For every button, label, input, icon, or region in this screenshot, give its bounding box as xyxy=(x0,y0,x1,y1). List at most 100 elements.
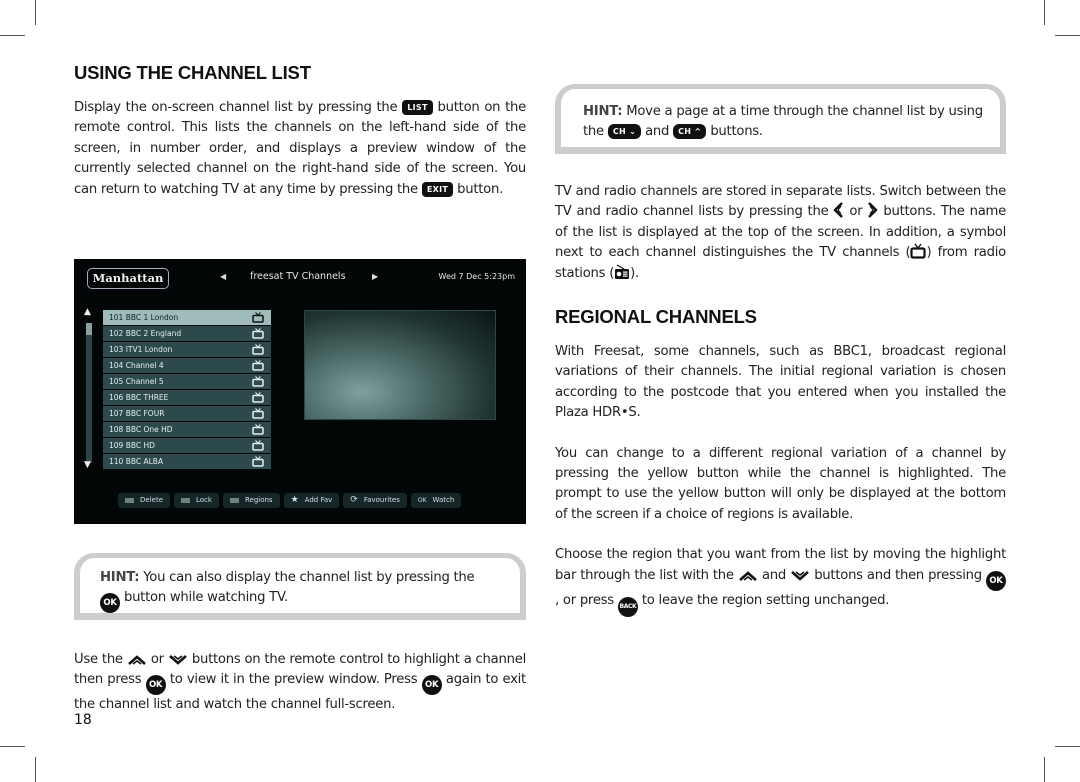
channel-name: BBC THREE xyxy=(125,393,169,403)
usage-text-2: or xyxy=(150,652,164,667)
channel-row[interactable]: 110 BBC ALBA xyxy=(103,454,271,472)
manhattan-logo: Manhattan xyxy=(87,268,169,289)
channel-row[interactable]: 109 BBC HD xyxy=(103,438,271,454)
channel-row[interactable]: 101 BBC 1 London xyxy=(103,310,271,326)
hint-label: HINT: xyxy=(583,104,623,119)
hint-label: HINT: xyxy=(100,570,140,585)
right-arrow-icon: ▶ xyxy=(372,272,379,281)
tv-button-add-fav[interactable]: ★ Add Fav xyxy=(283,493,340,508)
tv-button-label: Delete xyxy=(140,496,163,504)
radio-icon xyxy=(615,264,630,279)
regional-paragraph-2: You can change to a different regional v… xyxy=(555,445,1006,522)
usage-text-1: Use the xyxy=(74,652,123,667)
crop-mark xyxy=(35,0,36,25)
left-column: USING THE CHANNEL LIST Display the on-sc… xyxy=(74,62,526,200)
tv-button-favourites[interactable]: ⟳ Favourites xyxy=(343,493,407,508)
tv-button-delete[interactable]: Delete xyxy=(118,493,170,508)
ok-key-icon: OK xyxy=(417,497,427,504)
channel-row[interactable]: 108 BBC One HD xyxy=(103,422,271,438)
scrollbar[interactable] xyxy=(86,323,92,463)
lists-text-2: or xyxy=(849,204,863,220)
channel-name: Channel 4 xyxy=(125,361,164,371)
channel-name: Channel 5 xyxy=(125,377,164,387)
back-button-icon: BACK xyxy=(617,596,638,617)
tv-button-label: Regions xyxy=(244,496,273,504)
down-chevron-icon xyxy=(791,570,809,581)
channel-label: 101 xyxy=(109,313,124,322)
scrollbar-thumb[interactable] xyxy=(86,323,92,335)
regional-text-4: , or press xyxy=(555,592,614,608)
cycle-icon: ⟳ xyxy=(350,495,358,505)
channel-name: BBC 2 England xyxy=(125,329,182,339)
up-chevron-icon xyxy=(738,570,757,581)
channel-label: 102 xyxy=(109,329,124,339)
scroll-down-icon[interactable]: ▼ xyxy=(84,460,91,470)
hint-box-ok: HINT: You can also display the channel l… xyxy=(74,553,526,620)
tv-icon xyxy=(910,243,927,259)
ok-button-icon: OK xyxy=(145,675,166,696)
channel-label: 104 xyxy=(109,361,124,371)
list-title: freesat TV Channels xyxy=(250,271,346,282)
intro-text-3: button. xyxy=(457,181,504,197)
tv-button-label: Watch xyxy=(432,496,455,504)
channel-row[interactable]: 105 Channel 5 xyxy=(103,374,271,390)
channel-row[interactable]: 107 BBC FOUR xyxy=(103,406,271,422)
tv-screenshot: Manhattan ◀ freesat TV Channels ▶ Wed 7 … xyxy=(74,259,526,524)
hint-text-2: button while watching TV. xyxy=(123,590,288,606)
crop-mark xyxy=(1055,35,1080,36)
up-chevron-icon xyxy=(127,655,146,665)
channel-row[interactable]: 104 Channel 4 xyxy=(103,358,271,374)
right-column: TV and radio channels are stored in sepa… xyxy=(555,182,1006,617)
section-heading-channel-list: USING THE CHANNEL LIST xyxy=(74,62,311,83)
hint-box-ch: HINT: Move a page at a time through the … xyxy=(555,84,1006,154)
date-time: Wed 7 Dec 5:23pm xyxy=(438,272,515,281)
ok-button-icon: OK xyxy=(985,570,1006,591)
channel-list: 101 BBC 1 London 102 BBC 2 England 103 ITV… xyxy=(103,310,271,470)
channel-name: BBC HD xyxy=(125,441,155,451)
channel-row[interactable]: 102 BBC 2 England xyxy=(103,326,271,342)
regional-text-2: and xyxy=(761,567,786,583)
page-number: 18 xyxy=(74,712,92,728)
section-heading-regional: REGIONAL CHANNELS xyxy=(555,306,757,328)
crop-mark xyxy=(1055,746,1080,747)
ok-button-icon: OK xyxy=(100,593,120,614)
tv-button-regions[interactable]: Regions xyxy=(222,493,280,508)
lists-text-5: ). xyxy=(630,265,639,281)
tv-button-watch[interactable]: OK Watch xyxy=(410,493,462,508)
ch-down-key-icon: CH ⌄ xyxy=(607,124,642,140)
list-key-icon: LIST xyxy=(402,100,433,115)
double-left-chevron-icon xyxy=(833,202,844,219)
usage-text-4: to view it in the preview window. Press xyxy=(169,672,418,688)
regional-paragraph-3: Choose the region that you want from the… xyxy=(555,545,1006,617)
tv-button-label: Favourites xyxy=(363,496,400,504)
channel-name: BBC ALBA xyxy=(125,457,164,467)
channel-row[interactable]: 103 ITV1 London xyxy=(103,342,271,358)
tv-button-label: Add Fav xyxy=(304,496,333,504)
channel-label: 103 xyxy=(109,345,124,355)
tv-button-bar: Delete Lock Regions ★ Add Fav ⟳ Favourites OK Wa… xyxy=(118,493,462,508)
usage-block: Use the or buttons on the remote control… xyxy=(74,650,526,716)
channel-name: BBC FOUR xyxy=(125,409,165,419)
tv-button-lock[interactable]: Lock xyxy=(174,493,219,508)
double-right-chevron-icon xyxy=(868,202,879,219)
intro-paragraph: Display the on-screen channel list by pr… xyxy=(74,98,526,200)
color-key-icon xyxy=(229,498,239,503)
hint-text: HINT: Move a page at a time through the … xyxy=(561,89,1000,143)
hint-text-1: Move a page at a time through the channe… xyxy=(583,104,983,140)
scroll-up-icon[interactable]: ▲ xyxy=(84,307,91,317)
regional-text-5: to leave the region setting unchanged. xyxy=(641,592,890,608)
channel-label: 108 xyxy=(109,425,124,435)
regional-text-3: buttons and then pressing xyxy=(814,567,982,583)
tv-icon xyxy=(252,456,264,472)
crop-mark xyxy=(0,746,25,747)
hint-text: HINT: You can also display the channel l… xyxy=(80,558,520,614)
ch-up-key-icon: CH ^ xyxy=(673,124,707,140)
color-key-icon xyxy=(125,498,134,503)
channel-row[interactable]: 106 BBC THREE xyxy=(103,390,271,406)
lists-paragraph: TV and radio channels are stored in sepa… xyxy=(555,182,1006,284)
exit-key-icon: EXIT xyxy=(421,181,454,197)
channel-name: BBC One HD xyxy=(125,425,173,435)
ok-button-icon: OK xyxy=(421,675,442,696)
crop-mark xyxy=(1044,0,1045,25)
regional-paragraph-1: With Freesat, some channels, such as BBC… xyxy=(555,344,1006,421)
